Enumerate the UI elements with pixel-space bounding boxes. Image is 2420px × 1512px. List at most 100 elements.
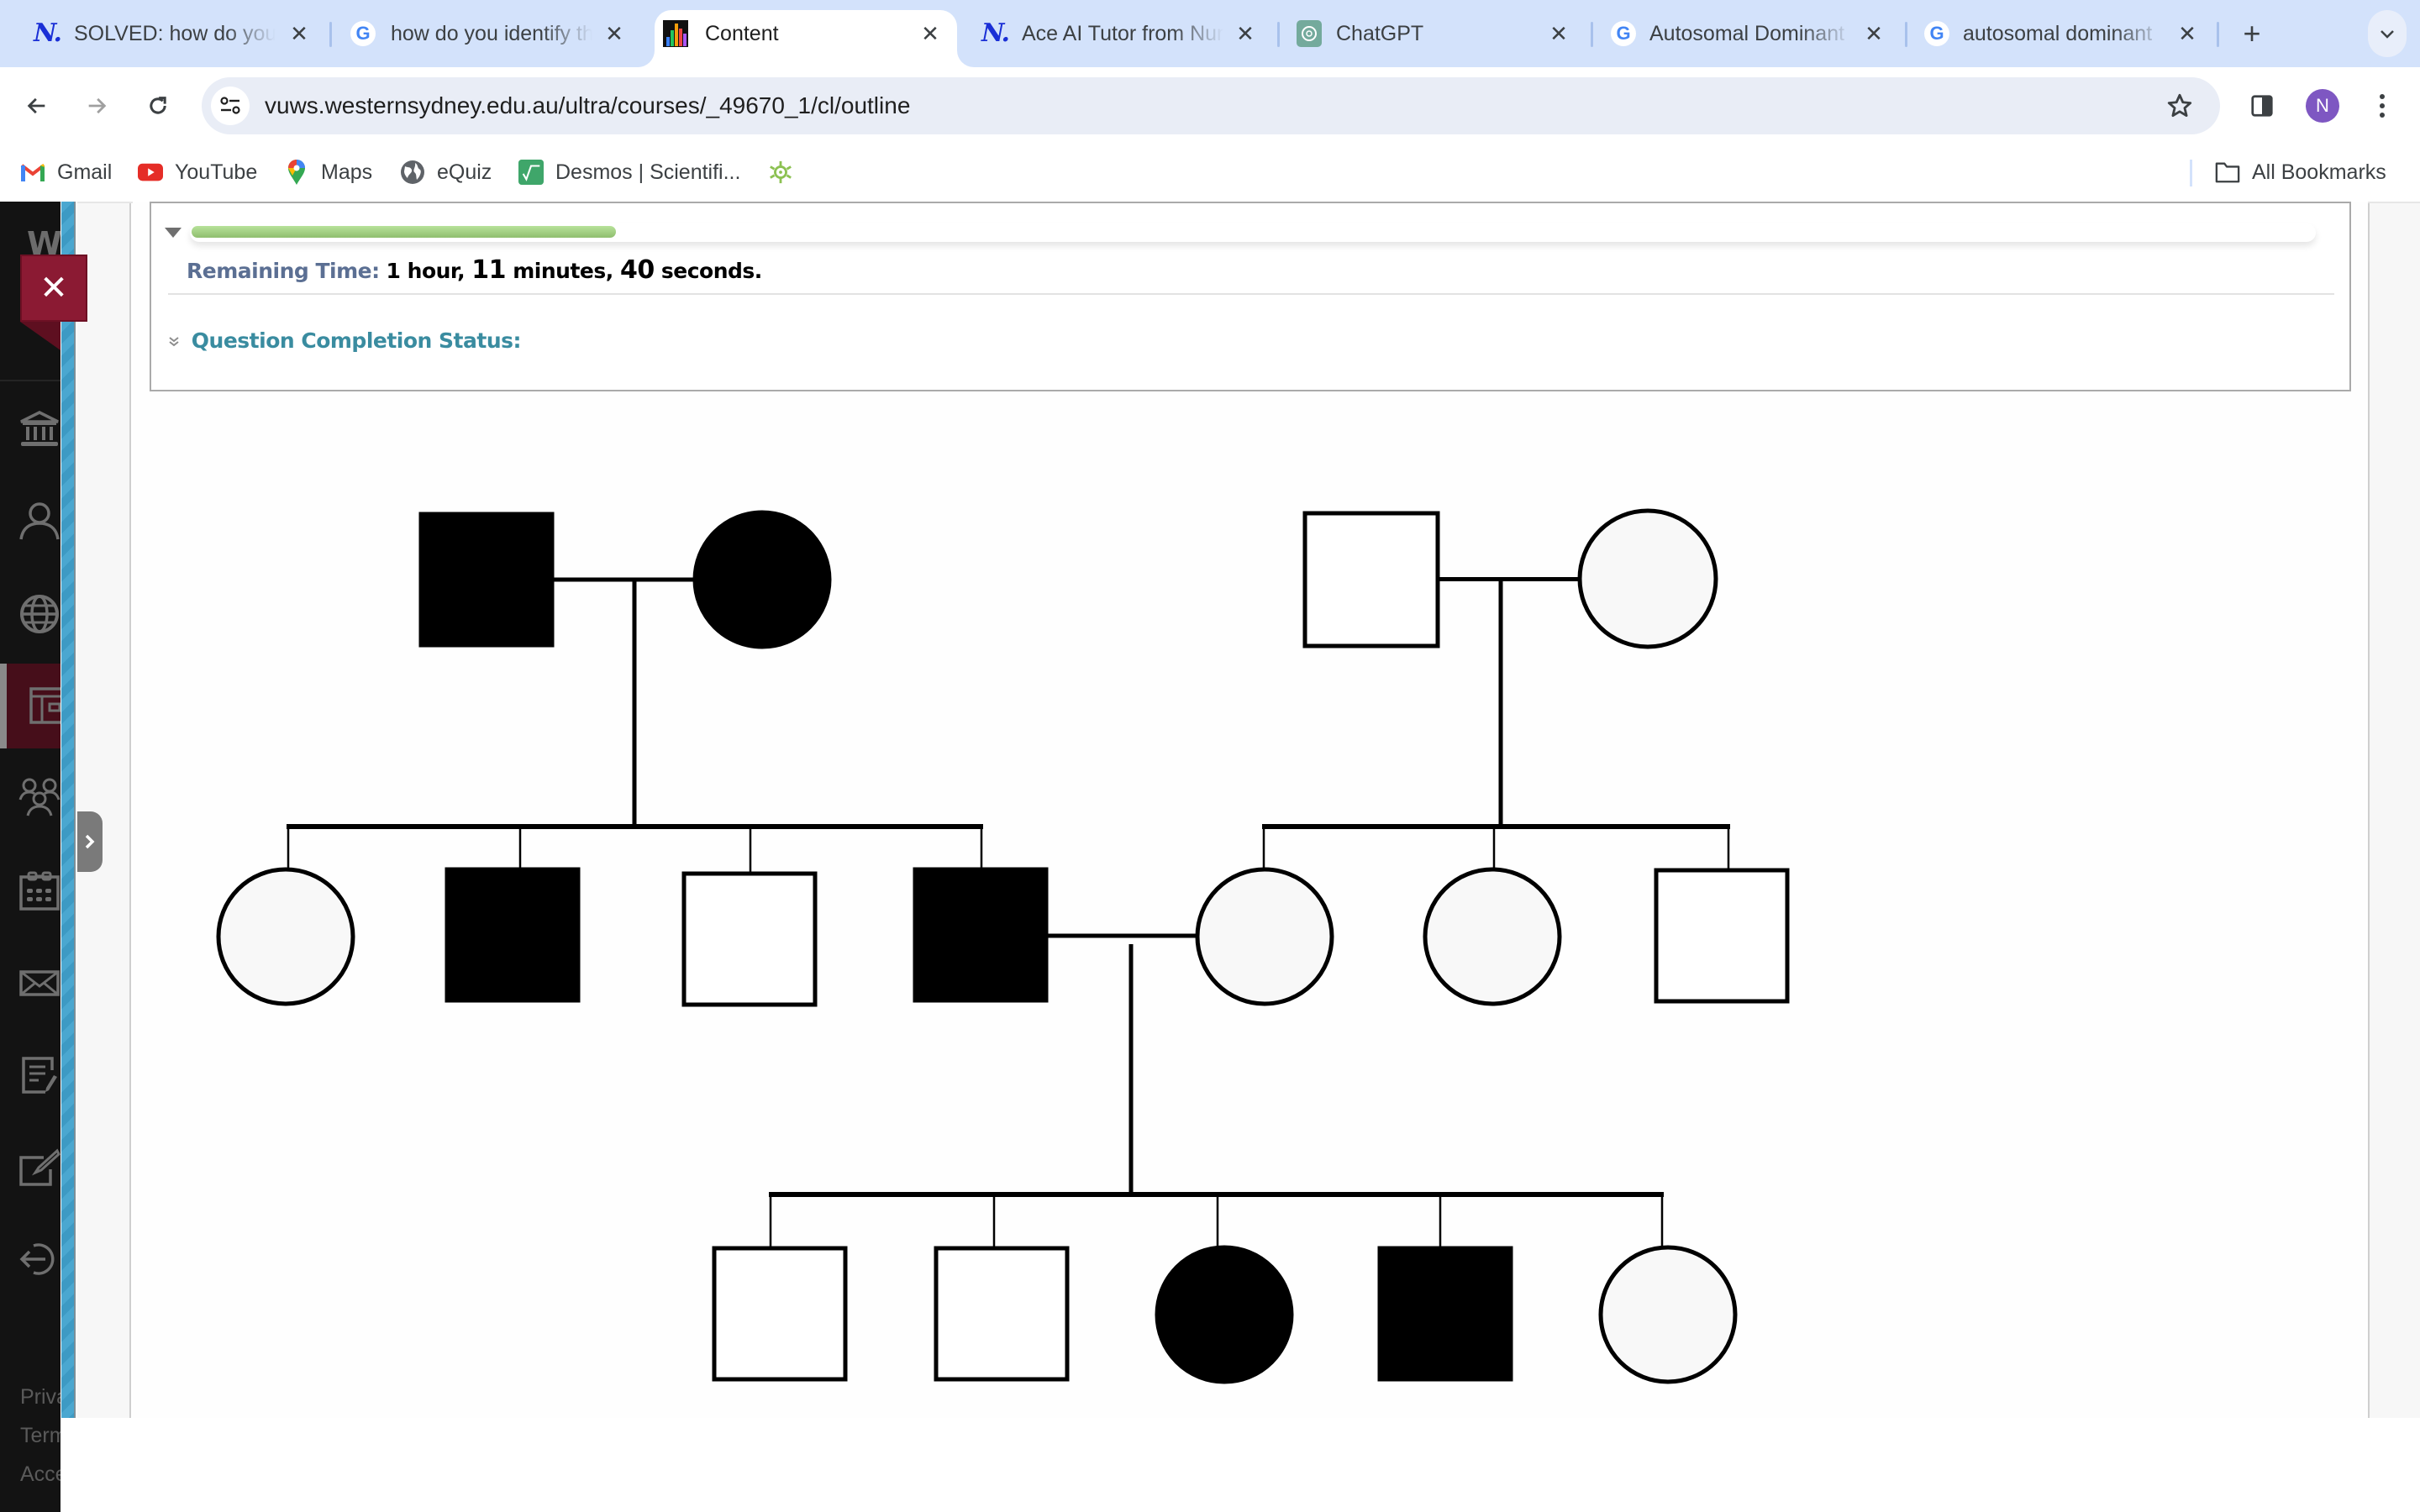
sidebar-item-institution[interactable] [18,408,60,450]
sidebar-item-calendar[interactable] [18,870,60,912]
browser-toolbar: vuws.westernsydney.edu.au/ultra/courses/… [0,67,2420,143]
maps-icon [284,160,309,185]
google-icon: G [350,20,376,47]
bookmark-label: eQuiz [437,160,492,184]
forward-button[interactable] [78,87,115,124]
tab-autosomal-dominant-1[interactable]: G Autosomal Dominant ✕ [1597,0,1907,67]
bookmark-label: Gmail [57,160,113,184]
unaffected-female-I-4 [1577,508,1718,649]
browser-menu-button[interactable] [2364,87,2401,124]
calendar-icon [19,871,60,911]
gmail-icon [20,160,45,185]
page: W Privacy [0,202,2420,1512]
affected-male-I-1 [418,512,555,648]
google-icon: G [1610,20,1637,47]
tune-icon [220,97,240,114]
unaffected-female-III-5 [1598,1245,1738,1384]
unaffected-female-II-1 [216,867,355,1006]
sidebar-item-messages[interactable] [18,963,60,1005]
tab-title: how do you identify the [391,22,592,45]
tab-separator [2217,22,2219,47]
footer-link-accessibility[interactable]: Accessibility [20,1462,60,1487]
new-tab-button[interactable]: + [2235,17,2269,50]
url-text[interactable]: vuws.westernsydney.edu.au/ultra/courses/… [265,77,910,134]
numerade-icon: N. [981,18,1010,48]
youtube-icon [138,160,163,185]
tab-strip: N. SOLVED: how do you identify ✕ G how d… [0,0,2420,67]
sidebar-item-organizations[interactable] [18,776,60,818]
envelope-icon [19,970,60,996]
bookmark-star-button[interactable] [2163,89,2196,123]
tab-close-icon[interactable]: ✕ [2172,18,2202,49]
tab-chatgpt[interactable]: ChatGPT ✕ [1286,0,1591,67]
reload-button[interactable] [139,87,176,124]
sidebar-item-sign-out[interactable] [18,1238,60,1280]
side-panel-button[interactable] [2244,87,2281,124]
tab-ace-ai-tutor[interactable]: N. Ace AI Tutor from Numerade ✕ [975,0,1277,67]
bookmark-desmos[interactable]: Desmos | Scientifi... [518,156,740,188]
chatgpt-icon [1296,20,1323,47]
unaffected-female-II-5 [1195,867,1334,1006]
profile-avatar[interactable]: N [2306,89,2339,123]
address-bar[interactable]: vuws.westernsydney.edu.au/ultra/courses/… [202,77,2220,134]
reload-icon [150,97,166,114]
affected-male-II-4 [913,867,1049,1003]
institution-icon [20,411,59,446]
content-bars-icon [662,20,689,47]
bookmark-label: YouTube [175,160,258,184]
sidebar-divider [0,380,60,381]
folder-icon [2215,160,2240,185]
tab-google-search[interactable]: G how do you identify the ✕ [336,0,647,67]
site-info-button[interactable] [211,87,250,125]
bookmark-youtube[interactable]: YouTube [138,156,257,188]
course-color-stripe [61,202,76,1418]
tab-autosomal-dominant-2[interactable]: G autosomal dominant ✕ [1911,0,2218,67]
tab-close-icon[interactable]: ✕ [1544,18,1574,49]
tab-close-icon[interactable]: ✕ [1859,18,1889,49]
tab-title: Ace AI Tutor from Numerade [1022,22,1223,45]
sidebar-item-tools[interactable] [18,1147,60,1189]
pedigree-symbols [216,508,1790,1384]
tab-title: SOLVED: how do you identify [74,22,276,45]
tab-close-icon[interactable]: ✕ [284,18,314,49]
extension-bookmark-icon [768,160,793,185]
sidebar-item-profile[interactable] [18,501,60,543]
edit-icon [19,1148,60,1186]
sidebar-item-grades[interactable] [18,1055,60,1097]
grades-icon [22,1057,57,1094]
more-vert-icon [2380,94,2385,118]
affected-male-III-4 [1377,1246,1513,1382]
expand-sidebar-handle[interactable] [77,811,103,872]
unaffected-male-II-7 [1654,868,1790,1004]
unaffected-male-I-3 [1302,511,1440,648]
chevron-down-icon [2381,30,2394,39]
tab-close-icon[interactable]: ✕ [1230,18,1260,49]
numerade-icon: N. [34,18,62,48]
star-icon [2167,93,2192,118]
back-button[interactable] [18,87,55,124]
tab-solved[interactable]: N. SOLVED: how do you identify ✕ [20,0,331,67]
footer-link-privacy[interactable]: Privacy [20,1385,60,1410]
tab-close-icon[interactable]: ✕ [915,18,945,49]
bookmark-extension[interactable] [768,156,805,188]
person-icon [19,502,60,540]
close-panel-button[interactable]: ✕ [20,255,87,322]
bookmark-maps[interactable]: Maps [284,156,372,188]
unaffected-male-II-3 [681,871,818,1007]
close-flag-fold [20,322,60,350]
tab-close-icon[interactable]: ✕ [599,18,629,49]
bookmark-equiz[interactable]: eQuiz [400,156,492,188]
tab-separator [1277,22,1280,47]
tab-search-button[interactable] [2368,10,2407,57]
unaffected-male-III-1 [712,1246,848,1382]
bookmarks-bar: Gmail YouTube Maps eQuiz Desmos | Scient… [0,143,2420,202]
all-bookmarks-button[interactable]: All Bookmarks [2215,156,2386,188]
sidebar-item-activity[interactable] [18,593,60,635]
globe-icon [400,160,425,185]
bookmark-gmail[interactable]: Gmail [20,156,112,188]
footer-link-terms[interactable]: Terms [20,1424,60,1448]
arrow-left-icon [27,97,45,114]
content-gutter [77,202,131,1418]
bookmark-label: Maps [321,160,373,184]
tab-content[interactable]: Content ✕ [655,0,957,67]
